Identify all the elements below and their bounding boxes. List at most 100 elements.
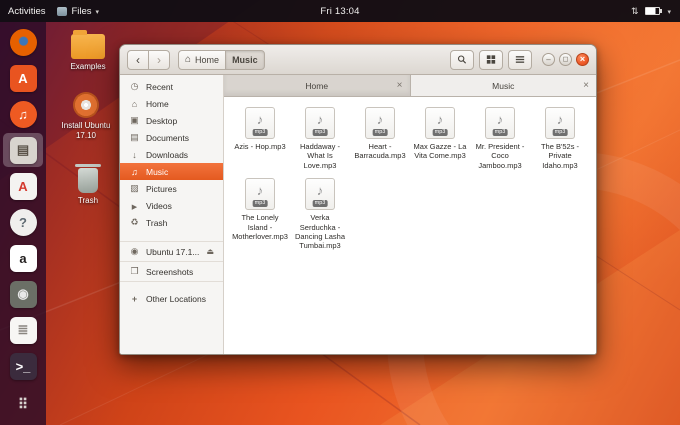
breadcrumb-music-button[interactable]: Music: [225, 49, 265, 70]
file-item[interactable]: mp3 The Lonely Island - Motherlover.mp3: [230, 176, 290, 253]
dock-item-files[interactable]: ▤: [3, 133, 43, 167]
minimize-button[interactable]: [542, 53, 555, 66]
dock-item-firefox[interactable]: [3, 25, 43, 59]
search-button[interactable]: [450, 49, 474, 70]
tab-music[interactable]: Music: [410, 75, 596, 96]
mp3-file-icon: mp3: [425, 107, 455, 139]
sidebar-item-music[interactable]: Music: [120, 163, 223, 180]
file-name: Mr. President - Coco Jamboo.mp3: [475, 142, 525, 170]
app-menu[interactable]: Files: [57, 6, 99, 17]
maximize-button[interactable]: [559, 53, 572, 66]
eject-icon[interactable]: [206, 247, 214, 256]
clock[interactable]: Fri 13:04: [320, 6, 359, 17]
music-note-icon: [437, 112, 444, 127]
sidebar-item-screenshots[interactable]: Screenshots: [120, 262, 223, 282]
sidebar-item-recent[interactable]: Recent: [120, 78, 223, 95]
back-icon: [136, 54, 140, 66]
dock-app-icon: a: [9, 244, 37, 272]
file-extension-badge: mp3: [372, 128, 388, 136]
system-status-area[interactable]: [631, 6, 680, 17]
dock-app-icon: A: [9, 64, 37, 92]
sidebar-item-icon: [129, 132, 140, 143]
desktop-icon-trash[interactable]: Trash: [60, 164, 116, 206]
forward-icon: [157, 54, 161, 66]
music-note-icon: [317, 183, 324, 198]
file-item[interactable]: mp3 Heart - Barracuda.mp3: [350, 105, 410, 172]
sidebar-item-label: Desktop: [146, 115, 178, 126]
sidebar-item-pictures[interactable]: Pictures: [120, 180, 223, 197]
sidebar-item-label: Downloads: [146, 149, 189, 160]
ubuntu-installer-icon: [73, 92, 99, 118]
sidebar-device-icon: [129, 246, 140, 257]
music-note-icon: [257, 183, 264, 198]
search-icon: [457, 55, 467, 64]
dock-app-icon: ≣: [9, 316, 37, 344]
sidebar-item-label: Documents: [146, 132, 189, 143]
breadcrumb-home-button[interactable]: Home: [178, 49, 227, 70]
mp3-file-icon: mp3: [305, 178, 335, 211]
sidebar-item-ubuntu-volume[interactable]: Ubuntu 17.1...: [120, 242, 223, 262]
dock-item-screenshot[interactable]: ◉: [3, 277, 43, 311]
desktop-icon-install-ubuntu[interactable]: Install Ubuntu 17.10: [54, 92, 118, 140]
file-extension-badge: mp3: [492, 128, 508, 136]
file-name: Max Gazze - La Vita Come.mp3: [413, 142, 467, 161]
file-extension-badge: mp3: [252, 128, 268, 136]
dock-item-text-editor[interactable]: ≣: [3, 313, 43, 347]
sidebar-item-label: Other Locations: [146, 293, 207, 304]
sidebar-item-desktop[interactable]: Desktop: [120, 112, 223, 129]
top-bar-left: Activities Files: [0, 6, 99, 17]
tab-close-icon[interactable]: [583, 81, 589, 91]
window-headerbar[interactable]: Home Music: [120, 45, 596, 75]
tab-label: Home: [305, 80, 329, 91]
file-item[interactable]: mp3 The B'52s - Private Idaho.mp3: [530, 105, 590, 172]
tab-home[interactable]: Home: [224, 75, 411, 96]
dock-app-icon: [9, 28, 37, 56]
sidebar-item-documents[interactable]: Documents: [120, 129, 223, 146]
tab-label: Music: [492, 80, 515, 91]
sidebar-item-downloads[interactable]: Downloads: [120, 146, 223, 163]
mp3-file-icon: mp3: [545, 107, 575, 139]
dock-item-libreoffice[interactable]: A: [3, 169, 43, 203]
mp3-file-icon: mp3: [245, 107, 275, 139]
sidebar-item-other-locations[interactable]: Other Locations: [120, 290, 223, 307]
activities-button[interactable]: Activities: [8, 6, 45, 17]
file-item[interactable]: mp3 Azis - Hop.mp3: [230, 105, 290, 172]
menu-button[interactable]: [508, 49, 532, 70]
sidebar-item-home[interactable]: Home: [120, 95, 223, 112]
dock-item-amazon[interactable]: a: [3, 241, 43, 275]
back-button[interactable]: [127, 49, 149, 70]
battery-icon: [645, 7, 663, 15]
file-name: Verka Serduchka - Dancing Lasha Tumbai.m…: [294, 213, 346, 251]
dock-item-terminal[interactable]: >_: [3, 349, 43, 383]
file-name: Azis - Hop.mp3: [234, 142, 286, 151]
network-icon: [631, 6, 639, 17]
sidebar-item-videos[interactable]: Videos: [120, 197, 223, 214]
breadcrumb-home-label: Home: [195, 54, 220, 65]
file-item[interactable]: mp3 Haddaway - What Is Love.mp3: [290, 105, 350, 172]
dock-app-icon: ⠿: [17, 395, 29, 412]
plus-icon: [129, 294, 140, 304]
tab-close-icon[interactable]: [397, 81, 403, 91]
dock-item-show-applications[interactable]: ⠿: [3, 387, 43, 421]
file-extension-badge: mp3: [252, 199, 268, 208]
forward-button[interactable]: [148, 49, 170, 70]
desktop-icon-examples[interactable]: Examples: [60, 30, 116, 72]
view-toggle-button[interactable]: [479, 49, 503, 70]
desktop-icon-label: Install Ubuntu 17.10: [61, 121, 111, 140]
dock-item-rhythmbox[interactable]: ♫: [3, 97, 43, 131]
sidebar-item-label: Trash: [146, 217, 168, 228]
file-item[interactable]: mp3 Verka Serduchka - Dancing Lasha Tumb…: [290, 176, 350, 253]
dock-item-help[interactable]: ?: [3, 205, 43, 239]
file-item[interactable]: mp3 Mr. President - Coco Jamboo.mp3: [470, 105, 530, 172]
file-name: Heart - Barracuda.mp3: [354, 142, 406, 161]
sidebar-item-icon: [129, 217, 140, 228]
close-button[interactable]: [576, 53, 589, 66]
top-bar: Activities Files Fri 13:04: [0, 0, 680, 22]
sidebar-item-trash[interactable]: Trash: [120, 214, 223, 231]
sidebar-item-icon: [129, 183, 140, 194]
music-note-icon: [557, 112, 564, 127]
file-item[interactable]: mp3 Max Gazze - La Vita Come.mp3: [410, 105, 470, 172]
dock-item-ubuntu-software[interactable]: A: [3, 61, 43, 95]
mp3-file-icon: mp3: [365, 107, 395, 139]
music-note-icon: [497, 112, 504, 127]
